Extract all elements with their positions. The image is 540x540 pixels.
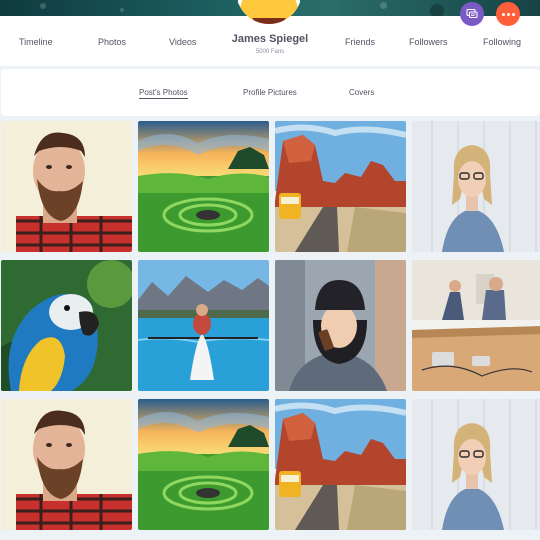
nav-followers[interactable]: Followers xyxy=(409,37,448,47)
photo-image xyxy=(1,121,132,252)
photo-thumbnail-bearded-man-plaid-shirt[interactable] xyxy=(1,399,132,530)
photo-image xyxy=(138,121,269,252)
more-dots-icon xyxy=(501,12,505,16)
tab-covers[interactable]: Covers xyxy=(349,88,374,97)
photo-image xyxy=(1,260,132,391)
photo-thumbnail-green-landscape-sunset[interactable] xyxy=(138,121,269,252)
photo-image xyxy=(275,260,406,391)
more-dot xyxy=(506,12,510,16)
photo-image xyxy=(138,260,269,391)
photo-thumbnail-red-rock-desert-road-van[interactable] xyxy=(275,121,406,252)
photo-thumbnail-woman-beanie-phone-call[interactable] xyxy=(275,260,406,391)
nav-following[interactable]: Following xyxy=(483,37,521,47)
nav-friends[interactable]: Friends xyxy=(345,37,375,47)
photo-thumbnail-blue-yellow-macaw-parrot[interactable] xyxy=(1,260,132,391)
tab-profile-pictures[interactable]: Profile Pictures xyxy=(243,88,297,97)
nav-timeline[interactable]: Timeline xyxy=(19,37,53,47)
photo-image xyxy=(412,399,540,530)
photo-image xyxy=(1,399,132,530)
photo-image xyxy=(412,260,540,391)
tab-posts-photos[interactable]: Post's Photos xyxy=(139,88,188,99)
photo-image xyxy=(412,121,540,252)
photo-thumbnail-kayak-mountain-lake[interactable] xyxy=(138,260,269,391)
photo-image xyxy=(138,399,269,530)
photo-thumbnail-bearded-man-plaid-shirt[interactable] xyxy=(1,121,132,252)
more-options-button[interactable] xyxy=(496,2,520,26)
nav-photos[interactable]: Photos xyxy=(98,37,126,47)
photo-thumbnail-office-desk-people[interactable] xyxy=(412,260,540,391)
profile-name[interactable]: James Spiegel xyxy=(220,33,320,45)
photo-thumbnail-red-rock-desert-road-van[interactable] xyxy=(275,399,406,530)
photo-thumbnail-woman-glasses-blue-shirt[interactable] xyxy=(412,121,540,252)
photo-tabs: Post's Photos Profile Pictures Covers xyxy=(1,69,540,116)
chat-button[interactable] xyxy=(460,2,484,26)
photo-thumbnail-green-landscape-sunset[interactable] xyxy=(138,399,269,530)
photo-image xyxy=(275,121,406,252)
chat-bubble-icon xyxy=(466,8,478,19)
profile-page: Timeline Photos Videos James Spiegel 500… xyxy=(0,0,540,540)
photo-thumbnail-woman-glasses-blue-shirt[interactable] xyxy=(412,399,540,530)
profile-fans-count: 5000 Fans xyxy=(255,49,285,55)
photo-image xyxy=(275,399,406,530)
more-dot xyxy=(511,12,515,16)
nav-videos[interactable]: Videos xyxy=(169,37,196,47)
